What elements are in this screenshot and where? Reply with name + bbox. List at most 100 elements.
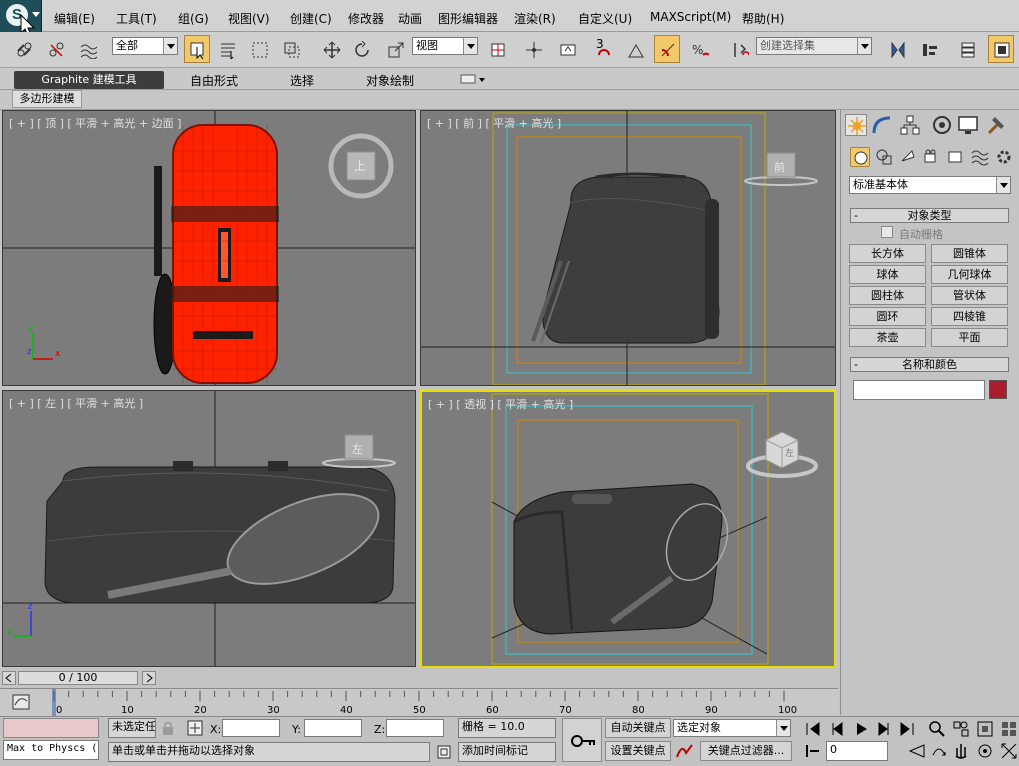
z-coordinate-input[interactable] <box>386 719 444 737</box>
viewcube-perspective[interactable]: 左 <box>744 426 820 482</box>
tab-create[interactable] <box>845 114 867 136</box>
time-tag-button[interactable] <box>436 744 452 760</box>
mirror-button[interactable] <box>884 35 910 63</box>
previous-frame-button[interactable] <box>828 720 848 738</box>
auto-key-button[interactable]: 自动关键点 <box>605 718 671 738</box>
systems-category-button[interactable] <box>994 147 1014 167</box>
go-to-start-button[interactable] <box>804 720 824 738</box>
viewcube-front[interactable]: 前 <box>741 147 821 191</box>
unlink-button[interactable] <box>42 35 68 63</box>
viewport-left-label[interactable]: [ + ] [ 左 ] [ 平滑 + 高光 ] <box>9 395 143 411</box>
rectangle-selection-button[interactable] <box>246 35 272 63</box>
tab-display[interactable] <box>957 114 979 136</box>
viewcube-left[interactable]: 左 <box>319 429 399 473</box>
menu-item[interactable]: 工具(T) <box>116 10 157 27</box>
field-of-view-button[interactable] <box>908 742 928 760</box>
viewport-top-label[interactable]: [ + ] [ 顶 ] [ 平滑 + 高光 + 边面 ] <box>9 115 181 131</box>
viewport-left[interactable]: z y [ + ] [ 左 ] [ 平滑 + 高光 ] 左 <box>2 390 416 667</box>
x-coordinate-input[interactable] <box>222 719 280 737</box>
viewport-front[interactable]: [ + ] [ 前 ] [ 平滑 + 高光 ] 前 <box>420 110 836 386</box>
tab-freeform[interactable]: 自由形式 <box>190 72 238 89</box>
spinner-snap-button[interactable]: % <box>686 35 712 63</box>
object-name-input[interactable] <box>853 380 985 400</box>
bind-spacewarp-button[interactable] <box>74 35 100 63</box>
auto-grid-checkbox[interactable] <box>881 226 893 238</box>
rotate-button[interactable] <box>348 35 374 63</box>
go-to-end-button[interactable] <box>898 720 918 738</box>
menu-item[interactable]: 修改器 <box>348 10 384 27</box>
align-button[interactable] <box>916 35 942 63</box>
scale-button[interactable] <box>382 35 408 63</box>
pan-button[interactable] <box>952 742 972 760</box>
object-type-button[interactable]: 四棱锥 <box>931 307 1008 326</box>
object-type-button[interactable]: 球体 <box>849 265 926 284</box>
lights-category-button[interactable] <box>898 147 918 167</box>
zoom-button[interactable] <box>928 720 948 738</box>
object-type-button[interactable]: 圆柱体 <box>849 286 926 305</box>
viewport-top[interactable]: y x z [ + ] [ 顶 ] [ 平滑 + 高光 + 边面 ] 上 <box>2 110 416 386</box>
orbit-button[interactable] <box>976 742 996 760</box>
cameras-category-button[interactable] <box>922 147 942 167</box>
menu-item[interactable]: 视图(V) <box>228 10 270 27</box>
named-selection-dropdown[interactable]: 创建选择集 <box>756 37 872 55</box>
object-type-button[interactable]: 圆环 <box>849 307 926 326</box>
tab-polygon-modeling[interactable]: 多边形建模 <box>12 90 82 108</box>
set-key-mode-button[interactable] <box>562 718 602 762</box>
keyboard-shortcut-button[interactable] <box>554 35 580 63</box>
tab-hierarchy[interactable] <box>899 114 921 136</box>
category-dropdown[interactable]: 标准基本体 <box>849 176 1011 194</box>
maximize-viewport-button[interactable] <box>1000 742 1019 760</box>
add-time-tag-button[interactable]: 添加时间标记 <box>458 742 556 762</box>
current-time-marker[interactable] <box>52 689 56 717</box>
menu-item[interactable]: 编辑(E) <box>54 10 95 27</box>
move-button[interactable] <box>318 35 344 63</box>
spacewarps-category-button[interactable] <box>970 147 990 167</box>
selection-filter-dropdown[interactable]: 全部 <box>112 37 178 55</box>
object-type-button[interactable]: 圆锥体 <box>931 244 1008 263</box>
object-type-button[interactable]: 茶壶 <box>849 328 926 347</box>
ribbon-options-button[interactable] <box>460 73 486 85</box>
key-target-dropdown[interactable]: 选定对象 <box>673 719 791 737</box>
zoom-extents-button[interactable] <box>976 720 996 738</box>
track-bar[interactable]: 0 10 20 30 40 50 60 70 80 90 100 <box>0 688 838 717</box>
rollout-object-type[interactable]: - 对象类型 <box>850 208 1009 223</box>
menu-item[interactable]: 渲染(R) <box>514 10 556 27</box>
play-button[interactable] <box>852 720 872 738</box>
menu-item[interactable]: 动画 <box>398 10 422 27</box>
time-slider-thumb[interactable]: 0 / 100 <box>18 671 138 685</box>
menu-item[interactable]: MAXScript(M) <box>650 10 731 24</box>
next-frame-button[interactable] <box>874 720 894 738</box>
tab-object-paint[interactable]: 对象绘制 <box>366 72 414 89</box>
key-curve-button[interactable] <box>674 741 696 761</box>
object-type-button[interactable]: 管状体 <box>931 286 1008 305</box>
viewcube-top[interactable]: 上 <box>328 133 394 199</box>
object-type-button[interactable]: 平面 <box>931 328 1008 347</box>
viewport-front-label[interactable]: [ + ] [ 前 ] [ 平滑 + 高光 ] <box>427 115 561 131</box>
viewport-perspective[interactable]: [ + ] [ 透视 ] [ 平滑 + 高光 ] 左 <box>420 390 836 668</box>
menu-item[interactable]: 帮助(H) <box>742 10 784 27</box>
use-pivot-button[interactable] <box>484 35 510 63</box>
tab-motion[interactable] <box>931 114 953 136</box>
layer-manager-button[interactable] <box>954 35 980 63</box>
window-crossing-button[interactable] <box>278 35 304 63</box>
object-type-button[interactable]: 长方体 <box>849 244 926 263</box>
menu-item[interactable]: 创建(C) <box>290 10 332 27</box>
edit-named-selection-button[interactable] <box>726 35 752 63</box>
tab-utilities[interactable] <box>985 114 1007 136</box>
key-filters-button[interactable]: 关键点过滤器... <box>700 741 792 761</box>
zoom-all-button[interactable] <box>952 720 972 738</box>
geometry-category-button[interactable] <box>850 147 870 167</box>
shapes-category-button[interactable] <box>874 147 894 167</box>
key-mode-toggle-button[interactable] <box>804 742 824 760</box>
maxscript-mini-listener-pink[interactable] <box>3 718 99 738</box>
menu-item[interactable]: 自定义(U) <box>578 10 632 27</box>
select-by-name-button[interactable] <box>214 35 240 63</box>
object-color-swatch[interactable] <box>989 380 1007 399</box>
manipulate-button[interactable] <box>520 35 546 63</box>
angle-snap-button[interactable] <box>622 35 648 63</box>
tab-selection[interactable]: 选择 <box>290 72 314 89</box>
menu-item[interactable]: 组(G) <box>178 10 209 27</box>
helpers-category-button[interactable] <box>946 147 966 167</box>
object-type-button[interactable]: 几何球体 <box>931 265 1008 284</box>
set-key-button[interactable]: 设置关键点 <box>605 741 671 761</box>
